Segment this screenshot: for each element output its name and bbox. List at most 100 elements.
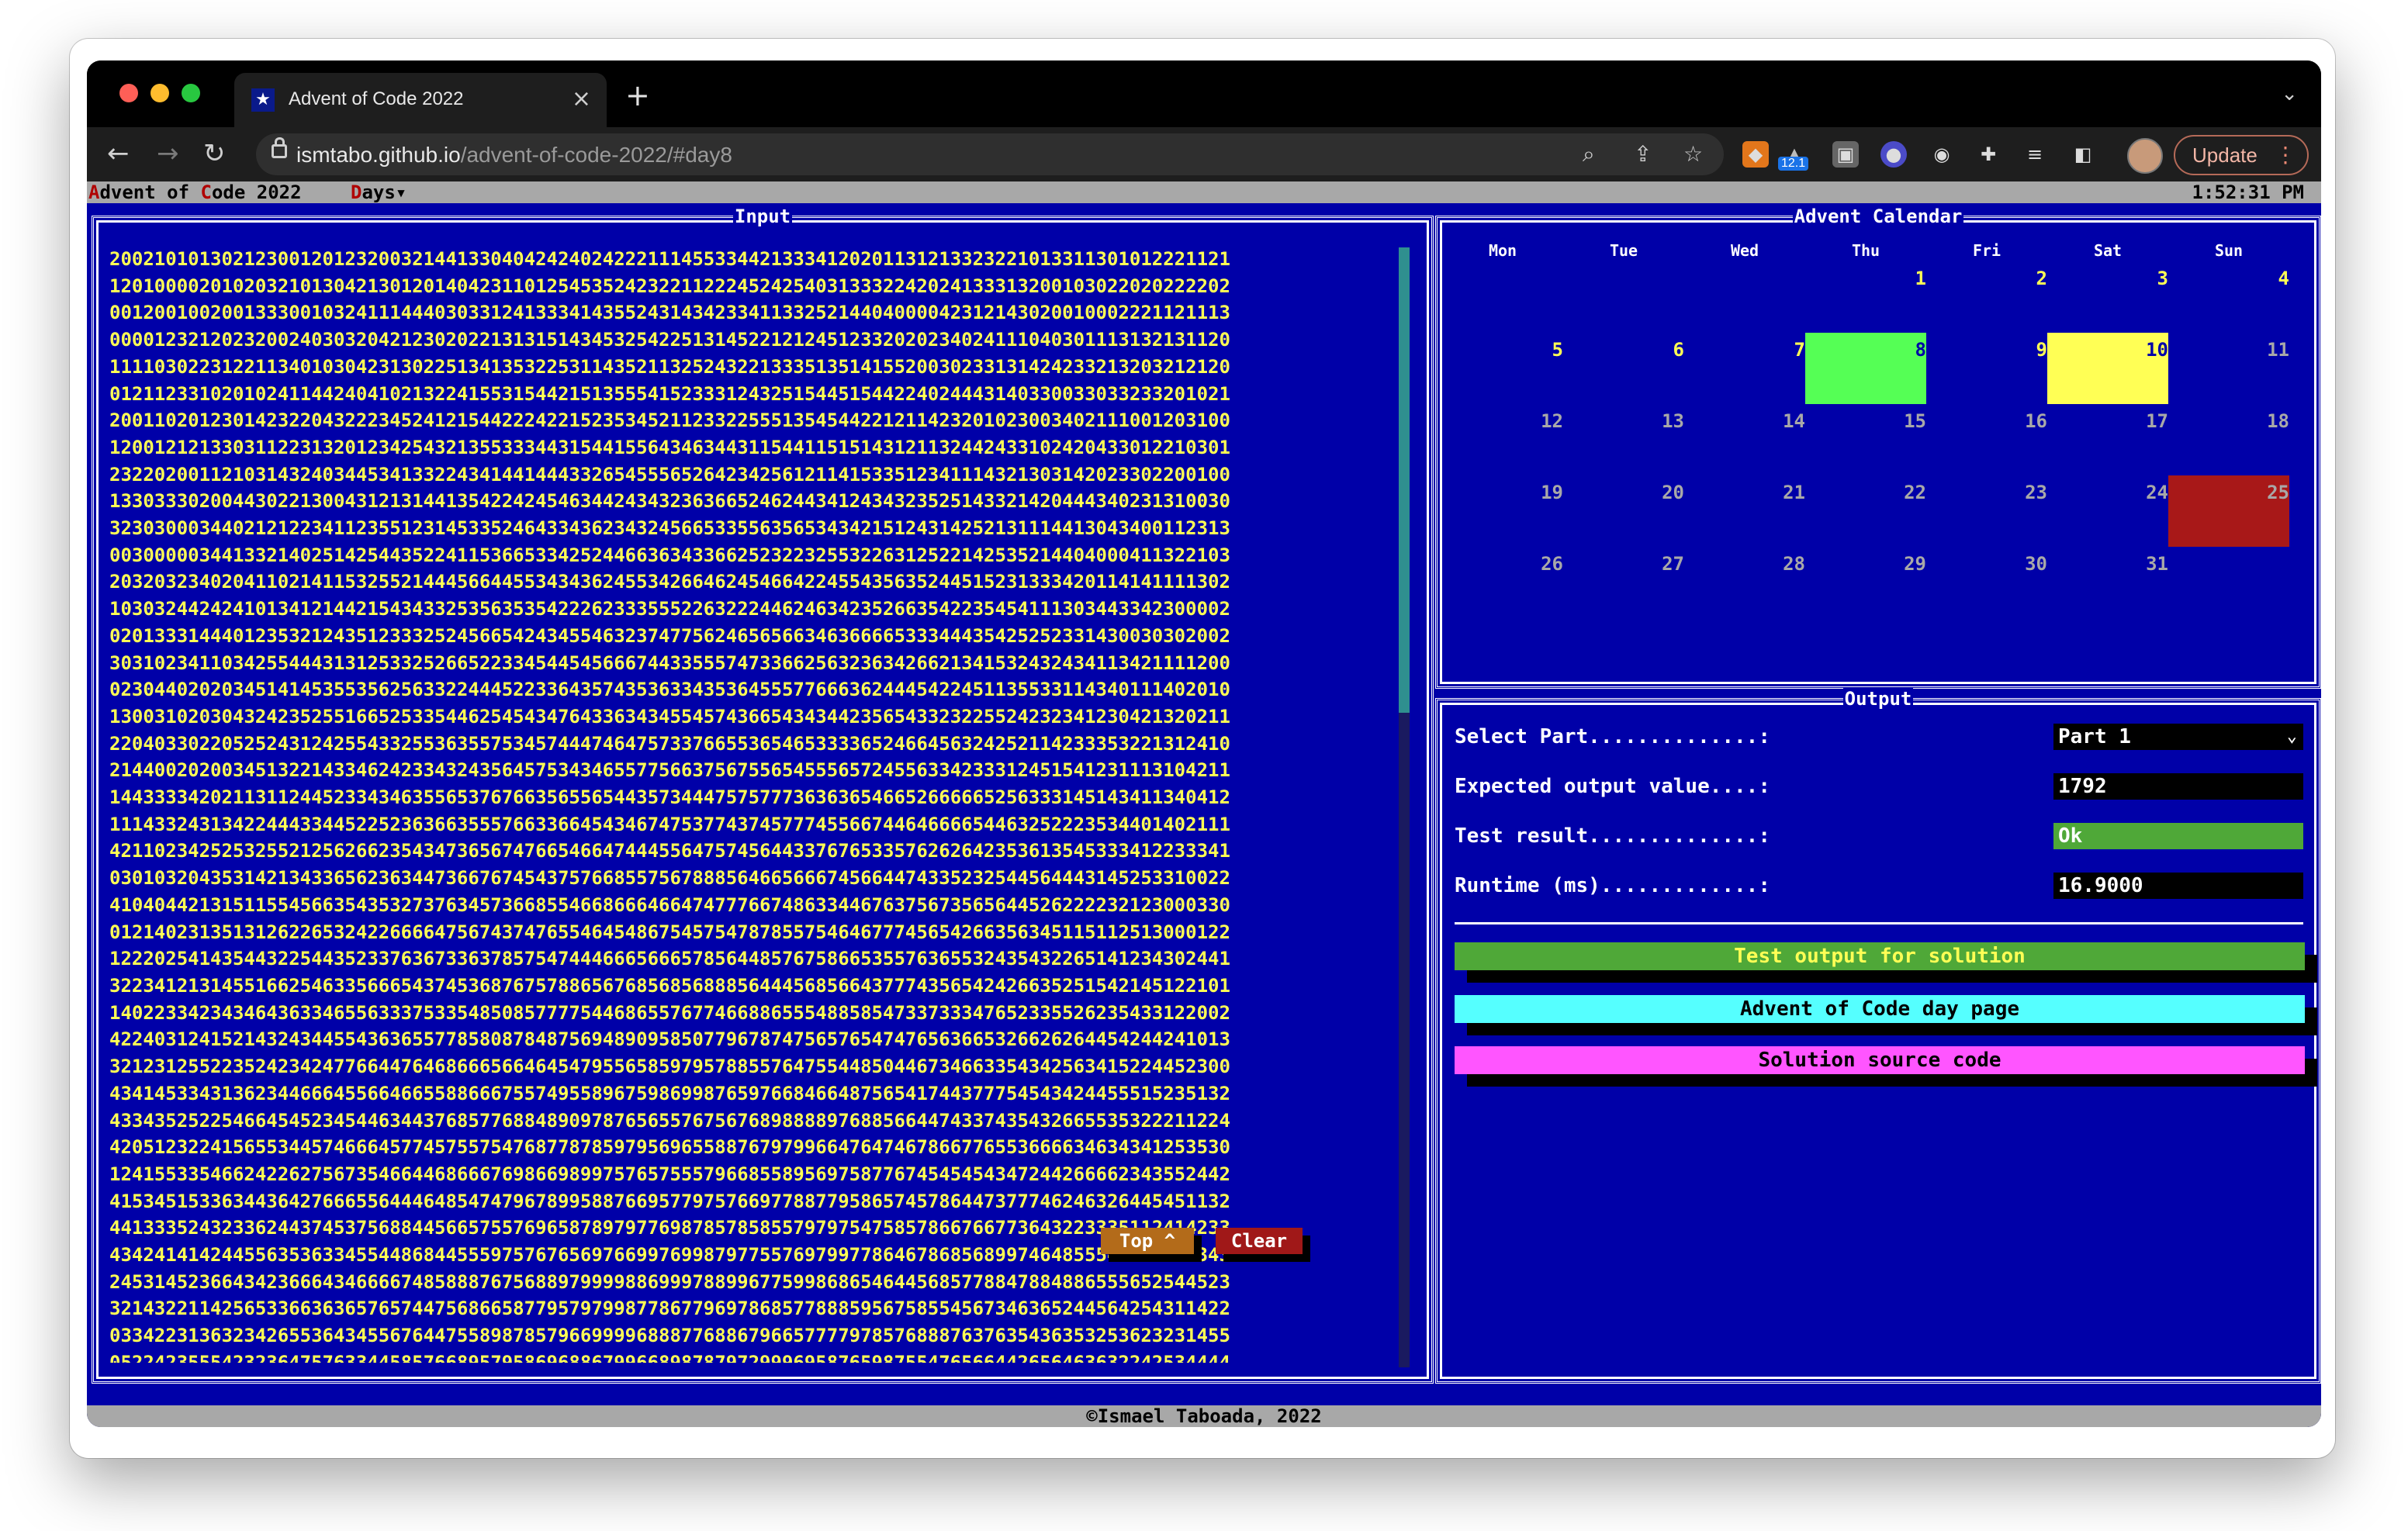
share-icon[interactable]: ⇪ (1634, 141, 1652, 167)
calendar-day-number: 26 (1541, 553, 1563, 575)
input-line: 2032032340204110214115325521444566445534… (109, 571, 1230, 593)
weekday-header-fri: Fri (1972, 241, 2001, 260)
calendar-day-24: 24 (2047, 475, 2168, 547)
calendar-day-3[interactable]: 3 (2047, 261, 2168, 333)
camera-icon[interactable]: ◉ (1929, 141, 1955, 168)
input-textarea[interactable]: 2002101013021230012012320032144133040424… (109, 246, 1382, 1363)
input-line: 2204033022052524312425543325536355753457… (109, 732, 1230, 755)
zoom-icon[interactable]: ⌕ (1583, 141, 1595, 168)
scrollbar-thumb[interactable] (1399, 247, 1410, 713)
calendar-day-31: 31 (2047, 547, 2168, 618)
calendar-panel: Advent Calendar Mon Tue Wed Thu Fri Sat Sun 12… (1435, 206, 2321, 689)
close-window-button[interactable] (119, 84, 138, 102)
calendar-day-number: 11 (2267, 339, 2289, 361)
calendar-day-10[interactable]: 10 (2047, 333, 2168, 404)
input-line: 0121123310201024114424041021322415531544… (109, 382, 1230, 405)
bookmark-star-icon[interactable]: ☆ (1683, 141, 1703, 167)
update-button[interactable]: Update ⋮ (2174, 135, 2309, 175)
calendar-day-25[interactable]: 25 (2168, 475, 2289, 547)
minimize-window-button[interactable] (150, 84, 169, 102)
calendar-day-1[interactable]: 1 (1805, 261, 1926, 333)
sidebar-icon[interactable]: ◧ (2070, 141, 2096, 168)
input-line: 4104044213151155456635435327376345736685… (109, 893, 1230, 916)
forward-icon[interactable]: → (157, 138, 179, 169)
input-line: 4341453343136234466645566466558866675574… (109, 1082, 1230, 1104)
calendar-day-number: 28 (1783, 553, 1805, 575)
new-tab-icon[interactable]: + (625, 81, 650, 110)
lock-icon[interactable] (272, 137, 287, 158)
calendar-day-number: 18 (2267, 410, 2289, 432)
address-bar[interactable]: ismtabo.github.io/advent-of-code-2022/#d… (256, 133, 1724, 175)
reload-icon[interactable]: ↻ (203, 138, 226, 169)
runtime-label: Runtime (ms).............: (1455, 874, 1770, 897)
input-line: 1330333020044302213004312131441354224245… (109, 490, 1230, 513)
calendar-day-11: 11 (2168, 333, 2289, 404)
browser-tab[interactable]: ★ Advent of Code 2022 × (234, 73, 607, 127)
source-code-button[interactable]: Solution source code (1455, 1046, 2305, 1074)
test-output-button[interactable]: Test output for solution (1455, 942, 2305, 970)
weekday-header-mon: Mon (1488, 241, 1517, 260)
calendar-day-29: 29 (1805, 547, 1926, 618)
calendar-day-26: 26 (1442, 547, 1563, 618)
day-page-button[interactable]: Advent of Code day page (1455, 995, 2305, 1023)
calendar-day-20: 20 (1563, 475, 1684, 547)
expected-output-field[interactable]: 1792 (2053, 773, 2303, 800)
input-panel-title: Input (732, 206, 793, 227)
calendar-day-22: 22 (1805, 475, 1926, 547)
top-button[interactable]: Top ^ (1101, 1228, 1194, 1254)
input-scrollbar[interactable] (1399, 247, 1410, 1367)
calendar-day-number: 17 (2146, 410, 2168, 432)
reading-list-icon[interactable]: ≡ (2022, 141, 2048, 168)
profile-avatar[interactable] (2127, 138, 2163, 174)
calendar-day-6[interactable]: 6 (1563, 333, 1684, 404)
calendar-day-7[interactable]: 7 (1684, 333, 1805, 404)
input-line: 2002101013021230012012320032144133040424… (109, 248, 1230, 270)
screen-capture-icon[interactable]: ▣ (1832, 141, 1859, 168)
calendar-day-number: 6 (1673, 339, 1684, 361)
browser-window: ★ Advent of Code 2022 × + ⌄ ← → ↻ ismtab… (87, 60, 2321, 1427)
calendar-day-8[interactable]: 8 (1805, 333, 1926, 404)
days-menu[interactable]: Days▾ (351, 181, 407, 203)
input-line: 4205123224156553445746664577457557547687… (109, 1136, 1230, 1159)
weekday-header-wed: Wed (1730, 241, 1759, 260)
url-text[interactable]: ismtabo.github.io/advent-of-code-2022/#d… (296, 143, 732, 168)
tab-search-chevron-icon[interactable]: ⌄ (2281, 82, 2298, 105)
calendar-day-number: 9 (2036, 339, 2047, 361)
calendar-day-number: 10 (2146, 339, 2168, 361)
input-line: 1300310203043242352551665253354462545434… (109, 705, 1230, 727)
clear-button[interactable]: Clear (1216, 1228, 1303, 1254)
clock: 1:52:31 PM (2192, 181, 2305, 203)
input-line: 0522423555423236475763344585766895795869… (109, 1351, 1230, 1363)
metamask-icon[interactable]: ◆ (1742, 141, 1769, 168)
input-panel: Input 2002101013021230012012320032144133… (92, 206, 1434, 1384)
input-line: 0301032043531421343365623634473667674543… (109, 867, 1230, 890)
footer-copyright: ©Ismael Taboada, 2022 (87, 1405, 2321, 1427)
zoom-window-button[interactable] (182, 84, 200, 102)
input-line: 0121402313513126226532422666647567437476… (109, 921, 1230, 943)
kebab-menu-icon[interactable]: ⋮ (2258, 137, 2296, 174)
browser-toolbar: ← → ↻ ismtabo.github.io/advent-of-code-2… (87, 127, 2321, 181)
input-line: 3031023411034255444313125332526652233454… (109, 651, 1230, 674)
calendar-day-2[interactable]: 2 (1926, 261, 2047, 333)
calendar-day-number: 7 (1794, 339, 1805, 361)
puzzle-extensions-icon[interactable]: ✚ (1975, 141, 2001, 168)
calendar-day-14: 14 (1684, 404, 1805, 475)
input-line: 4224031241521432434455436365577858087848… (109, 1028, 1230, 1051)
ublock-icon[interactable]: ● (1880, 141, 1907, 168)
input-line: 0230440202034514145355356256332244452233… (109, 679, 1230, 701)
input-line: 1114332431342244433445225236366355576633… (109, 813, 1230, 835)
app-title: Advent of Code 2022 (88, 181, 302, 203)
runtime-value: 16.9000 (2053, 873, 2303, 899)
tab-close-icon[interactable]: × (572, 85, 591, 112)
calendar-day-number: 13 (1662, 410, 1684, 432)
extension-badge: 12.1 (1778, 157, 1809, 171)
calendar-day-9[interactable]: 9 (1926, 333, 2047, 404)
calendar-day-4[interactable]: 4 (2168, 261, 2289, 333)
input-line: 4211023425253255212562662354347365674766… (109, 840, 1230, 862)
calendar-day-number: 20 (1662, 482, 1684, 503)
back-icon[interactable]: ← (107, 138, 130, 169)
calendar-day-5[interactable]: 5 (1442, 333, 1563, 404)
calendar-day-number: 27 (1662, 553, 1684, 575)
select-part-dropdown[interactable]: Part 1 ⌄ (2053, 724, 2303, 750)
calendar-day-number: 23 (2025, 482, 2047, 503)
